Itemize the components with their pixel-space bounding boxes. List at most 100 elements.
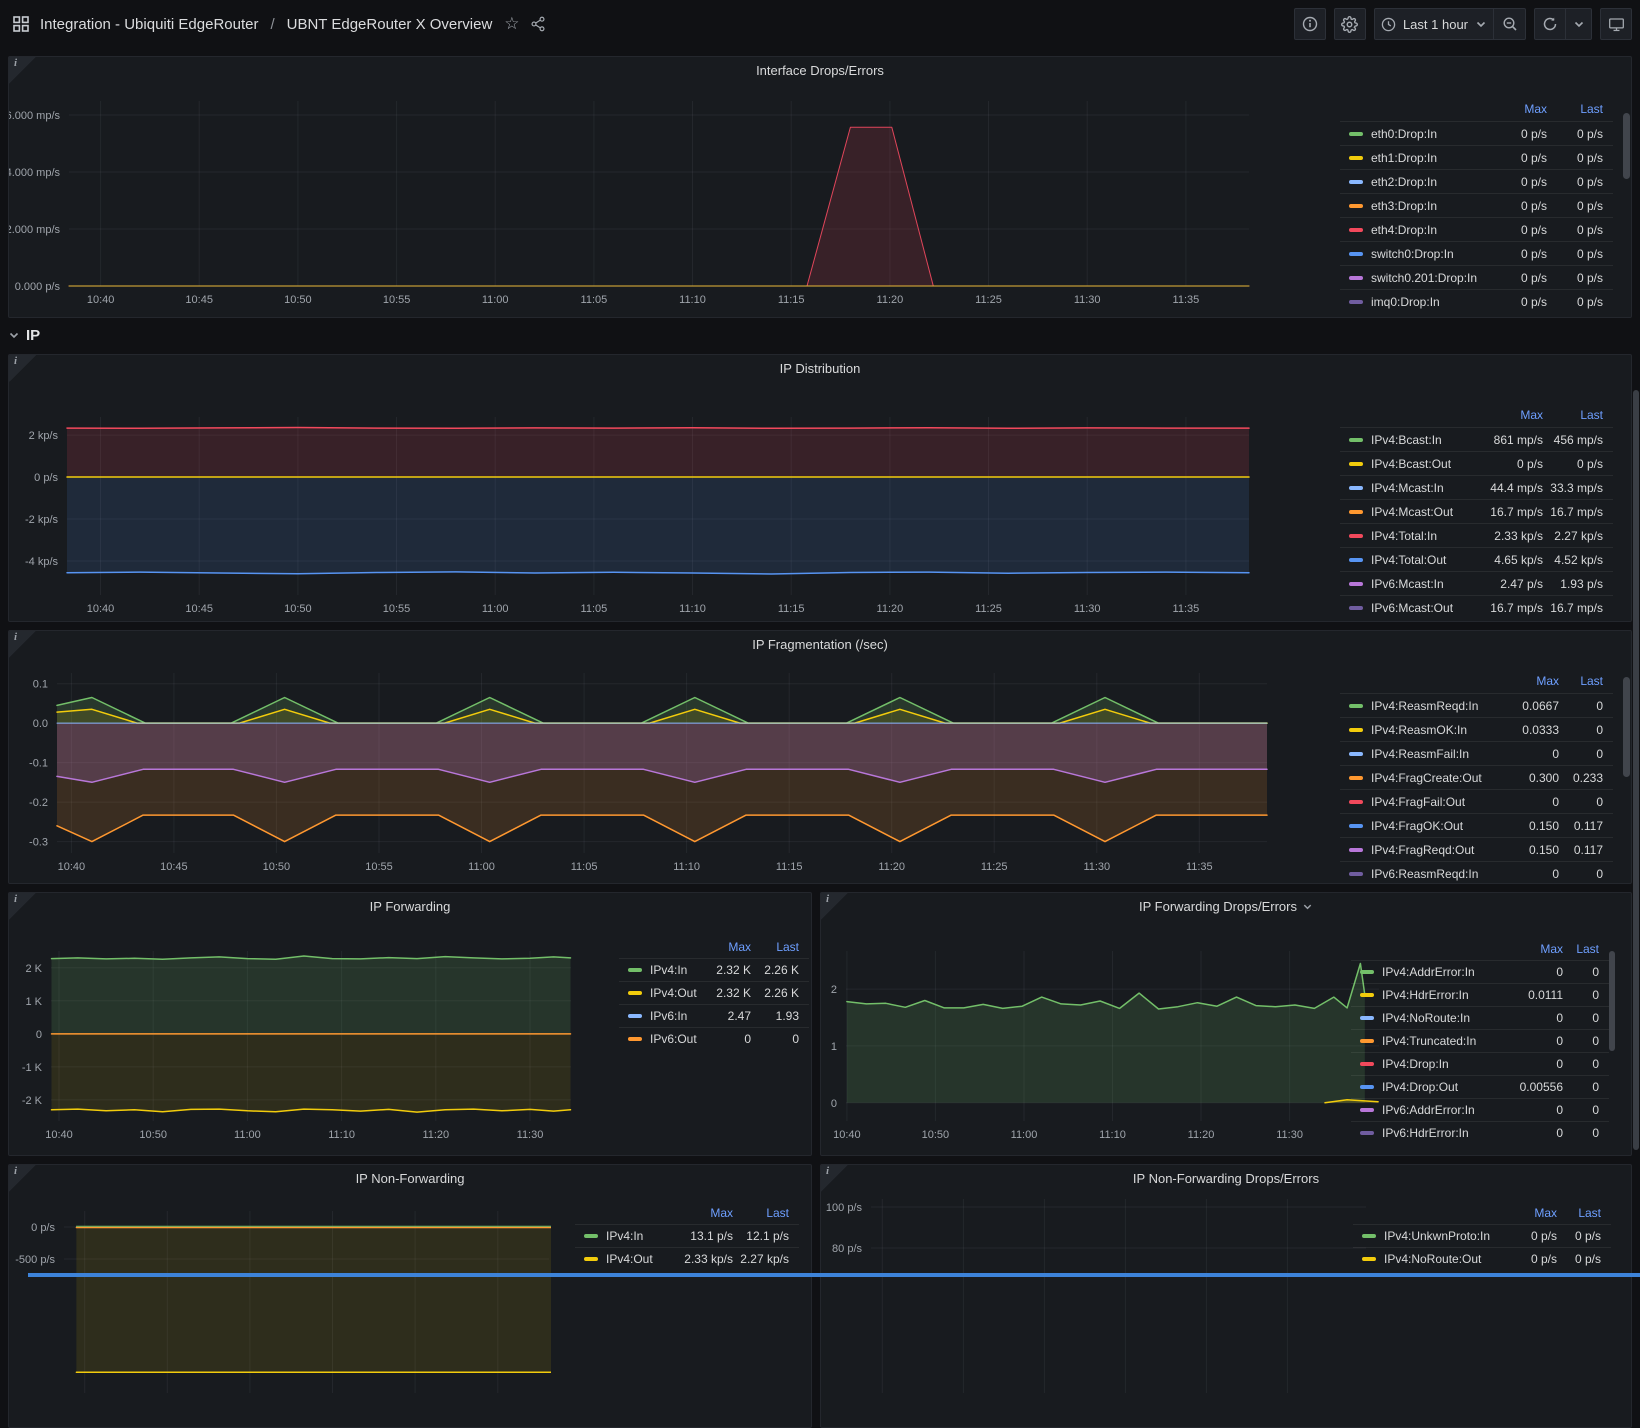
legend-series-name[interactable]: IPv6:Out <box>650 1032 699 1046</box>
legend-series-name[interactable]: IPv4:ReasmOK:In <box>1371 723 1509 737</box>
legend-series-name[interactable]: IPv4:Bcast:In <box>1371 433 1481 447</box>
legend-scrollbar[interactable] <box>1623 113 1630 179</box>
breadcrumb-folder[interactable]: Integration - Ubiquiti EdgeRouter <box>40 16 258 33</box>
legend-series-name[interactable]: IPv4:FragOK:Out <box>1371 819 1509 833</box>
share-icon[interactable] <box>530 16 546 32</box>
legend-row: eth2:Drop:In0 p/s0 p/s <box>1340 169 1613 193</box>
legend-series-name[interactable]: IPv4:FragFail:Out <box>1371 795 1509 809</box>
series-color-swatch <box>1349 252 1363 256</box>
legend-series-name[interactable]: eth1:Drop:In <box>1371 151 1487 165</box>
panel-info-icon[interactable]: i <box>9 893 36 920</box>
series-color-swatch <box>584 1234 598 1238</box>
legend-series-name[interactable]: IPv4:In <box>606 1229 673 1243</box>
legend-series-name[interactable]: IPv6:AddrError:In <box>1382 1103 1507 1117</box>
svg-text:11:10: 11:10 <box>679 603 706 615</box>
legend-series-name[interactable]: IPv4:Drop:In <box>1382 1057 1507 1071</box>
breadcrumb-dashboard-title[interactable]: UBNT EdgeRouter X Overview <box>287 16 493 33</box>
tv-mode-button[interactable] <box>1600 8 1632 40</box>
legend-series-name[interactable]: IPv4:Truncated:In <box>1382 1034 1507 1048</box>
legend-row: eth4:Drop:In0 p/s0 p/s <box>1340 217 1613 241</box>
row-toggle-ip[interactable]: IP <box>8 322 40 348</box>
svg-text:11:15: 11:15 <box>778 294 805 306</box>
svg-text:-1 K: -1 K <box>22 1062 43 1074</box>
legend-max-value: 2.47 <box>699 1009 751 1023</box>
chevron-down-icon <box>8 329 20 341</box>
legend-series-name[interactable]: switch0.201:Drop:In <box>1371 271 1487 285</box>
panel-info-icon[interactable]: i <box>821 1165 848 1192</box>
legend-last-value: 0 <box>1563 1011 1599 1025</box>
legend-series-name[interactable]: IPv4:NoRoute:In <box>1382 1011 1507 1025</box>
legend-series-name[interactable]: IPv4:FragReqd:Out <box>1371 843 1509 857</box>
legend-max-header[interactable]: Max <box>1481 408 1543 422</box>
legend-series-name[interactable]: IPv4:Drop:Out <box>1382 1080 1507 1094</box>
svg-text:10:50: 10:50 <box>139 1129 167 1141</box>
legend-series-name[interactable]: IPv6:Mcast:Out <box>1371 601 1481 615</box>
refresh-interval-dropdown[interactable] <box>1566 8 1592 40</box>
series-color-swatch <box>1349 180 1363 184</box>
svg-text:10:55: 10:55 <box>383 294 411 306</box>
legend-series-name[interactable]: IPv4:Mcast:In <box>1371 481 1481 495</box>
panel-info-icon[interactable]: i <box>9 57 36 84</box>
legend-series-name[interactable]: IPv4:Total:Out <box>1371 553 1481 567</box>
legend-scrollbar[interactable] <box>1609 951 1615 1051</box>
legend-series-name[interactable]: IPv4:Out <box>606 1252 673 1266</box>
legend-series-name[interactable]: IPv4:ReasmFail:In <box>1371 747 1509 761</box>
legend-max-header[interactable]: Max <box>1509 674 1559 688</box>
legend-max-header[interactable]: Max <box>1507 942 1563 956</box>
legend-series-name[interactable]: eth0:Drop:In <box>1371 127 1487 141</box>
legend-series-name[interactable]: IPv4:NoRoute:Out <box>1384 1252 1505 1266</box>
legend-series-name[interactable]: IPv4:UnkwnProto:In <box>1384 1229 1505 1243</box>
legend-series-name[interactable]: IPv4:Out <box>650 986 699 1000</box>
chevron-down-icon <box>1573 18 1585 30</box>
dashboard-settings-button[interactable] <box>1334 8 1366 40</box>
svg-text:11:00: 11:00 <box>482 603 509 615</box>
legend-series-name[interactable]: IPv4:AddrError:In <box>1382 965 1507 979</box>
legend-last-header[interactable]: Last <box>751 940 799 954</box>
legend-series-name[interactable]: IPv4:Bcast:Out <box>1371 457 1481 471</box>
panel-info-icon[interactable]: i <box>9 1165 36 1192</box>
svg-text:11:05: 11:05 <box>571 861 598 873</box>
legend-series-name[interactable]: IPv4:HdrError:In <box>1382 988 1507 1002</box>
legend-max-header[interactable]: Max <box>1487 102 1547 116</box>
legend-last-header[interactable]: Last <box>1557 1206 1601 1220</box>
refresh-button[interactable] <box>1534 8 1566 40</box>
apps-grid-icon[interactable] <box>12 15 30 33</box>
panel-info-icon[interactable]: i <box>9 631 36 658</box>
panel-ip-non-forwarding: i IP Non-Forwarding 0 p/s-500 p/s MaxLas… <box>8 1164 812 1428</box>
legend-last-value: 0.117 <box>1559 819 1603 833</box>
legend-series-name[interactable]: IPv4:Mcast:Out <box>1371 505 1481 519</box>
legend-series-name[interactable]: IPv6:ReasmReqd:In <box>1371 867 1509 881</box>
legend-series-name[interactable]: IPv6:Mcast:In <box>1371 577 1481 591</box>
legend-last-header[interactable]: Last <box>733 1206 789 1220</box>
favorite-star-icon[interactable]: ☆ <box>504 14 519 34</box>
legend-last-value: 0 p/s <box>1547 127 1603 141</box>
panel-info-icon[interactable]: i <box>9 355 36 382</box>
dashboard-insights-button[interactable] <box>1294 8 1326 40</box>
legend-series-name[interactable]: IPv6:In <box>650 1009 699 1023</box>
legend-max-header[interactable]: Max <box>1505 1206 1557 1220</box>
legend-last-header[interactable]: Last <box>1559 674 1603 688</box>
panel-info-icon[interactable]: i <box>821 893 848 920</box>
legend-max-header[interactable]: Max <box>673 1206 733 1220</box>
legend-series-name[interactable]: IPv4:In <box>650 963 699 977</box>
panel-ip-forwarding: i IP Forwarding 2 K1 K0-1 K-2 K10:4010:5… <box>8 892 812 1156</box>
legend-scrollbar[interactable] <box>1623 677 1630 777</box>
legend-series-name[interactable]: imq0:Drop:In <box>1371 295 1487 309</box>
legend-series-name[interactable]: IPv6:HdrError:In <box>1382 1126 1507 1140</box>
legend-series-name[interactable]: IPv4:Total:In <box>1371 529 1481 543</box>
zoom-out-button[interactable] <box>1494 8 1526 40</box>
legend-last-header[interactable]: Last <box>1543 408 1603 422</box>
page-scrollbar[interactable] <box>1633 390 1639 1150</box>
legend-max-header[interactable]: Max <box>699 940 751 954</box>
legend-series-name[interactable]: eth3:Drop:In <box>1371 199 1487 213</box>
legend-series-name[interactable]: eth4:Drop:In <box>1371 223 1487 237</box>
legend-series-name[interactable]: IPv4:FragCreate:Out <box>1371 771 1509 785</box>
legend-last-header[interactable]: Last <box>1563 942 1599 956</box>
time-range-picker[interactable]: Last 1 hour <box>1374 8 1494 40</box>
legend-series-name[interactable]: switch0:Drop:In <box>1371 247 1487 261</box>
legend-series-name[interactable]: IPv4:ReasmReqd:In <box>1371 699 1509 713</box>
legend-last-header[interactable]: Last <box>1547 102 1603 116</box>
svg-text:6.000 mp/s: 6.000 mp/s <box>9 110 60 122</box>
legend-series-name[interactable]: eth2:Drop:In <box>1371 175 1487 189</box>
panel-ip-forwarding-drops-errors: i IP Forwarding Drops/Errors 21010:4010:… <box>820 892 1632 1156</box>
